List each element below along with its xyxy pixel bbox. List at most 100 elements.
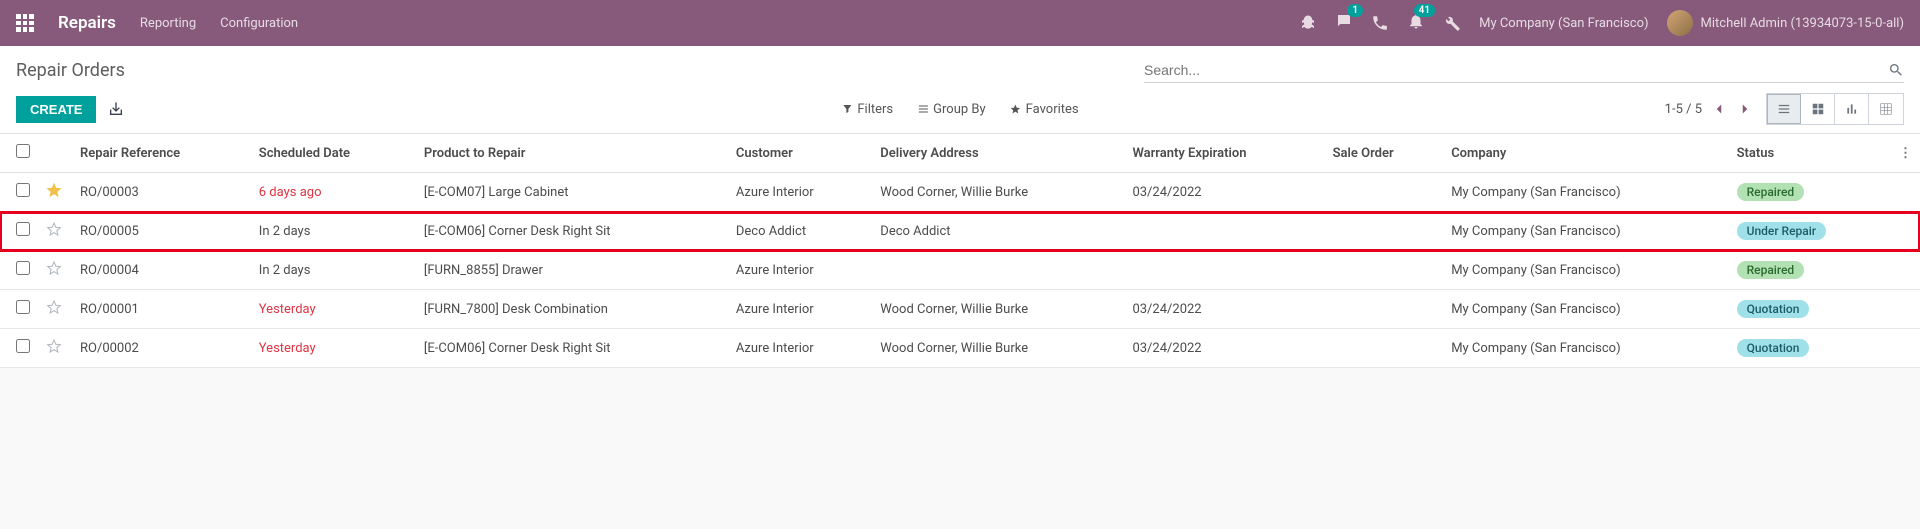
activities-icon[interactable]: 41	[1407, 12, 1425, 34]
view-list-icon[interactable]	[1767, 94, 1801, 124]
cell-warranty	[1124, 212, 1324, 251]
cell-company: My Company (San Francisco)	[1443, 173, 1728, 212]
topnav: Repairs Reporting Configuration 1 41 My …	[0, 0, 1920, 46]
cell-sale	[1325, 251, 1444, 290]
cell-product: [FURN_7800] Desk Combination	[416, 290, 728, 329]
table-row[interactable]: RO/00001 Yesterday [FURN_7800] Desk Comb…	[0, 290, 1920, 329]
favorites-button[interactable]: Favorites	[1010, 102, 1079, 117]
row-checkbox[interactable]	[16, 261, 30, 275]
col-sched[interactable]: Scheduled Date	[251, 134, 416, 173]
table-row[interactable]: RO/00004 In 2 days [FURN_8855] Drawer Az…	[0, 251, 1920, 290]
row-checkbox[interactable]	[16, 183, 30, 197]
col-delivery[interactable]: Delivery Address	[872, 134, 1124, 173]
star-icon[interactable]	[46, 221, 62, 237]
status-badge: Under Repair	[1737, 222, 1826, 240]
status-badge: Repaired	[1737, 261, 1805, 279]
view-kanban-icon[interactable]	[1801, 94, 1835, 124]
cell-sched: In 2 days	[251, 251, 416, 290]
download-icon[interactable]	[108, 101, 124, 117]
filters-button[interactable]: Filters	[841, 102, 893, 117]
cell-sale	[1325, 173, 1444, 212]
cell-sched: 6 days ago	[251, 173, 416, 212]
cell-sched: Yesterday	[251, 290, 416, 329]
cell-ref: RO/00002	[72, 329, 251, 368]
star-icon[interactable]	[46, 338, 62, 354]
cell-delivery: Wood Corner, Willie Burke	[872, 290, 1124, 329]
cell-sale	[1325, 290, 1444, 329]
status-badge: Repaired	[1737, 183, 1805, 201]
search-icon[interactable]	[1888, 62, 1904, 78]
cell-ref: RO/00001	[72, 290, 251, 329]
create-button[interactable]: CREATE	[16, 96, 96, 123]
cell-delivery: Deco Addict	[872, 212, 1124, 251]
cell-customer: Azure Interior	[728, 251, 872, 290]
column-options-icon[interactable]: ⋮	[1891, 134, 1920, 173]
messages-icon[interactable]: 1	[1335, 12, 1353, 34]
table-row[interactable]: RO/00005 In 2 days [E-COM06] Corner Desk…	[0, 212, 1920, 251]
user-name: Mitchell Admin (13934073-15-0-all)	[1701, 16, 1904, 31]
debug-icon[interactable]	[1299, 14, 1317, 32]
cell-sale	[1325, 212, 1444, 251]
nav-reporting[interactable]: Reporting	[140, 16, 196, 31]
cell-company: My Company (San Francisco)	[1443, 251, 1728, 290]
cell-customer: Azure Interior	[728, 173, 872, 212]
cell-customer: Deco Addict	[728, 212, 872, 251]
repair-orders-table: Repair Reference Scheduled Date Product …	[0, 134, 1920, 368]
col-company[interactable]: Company	[1443, 134, 1728, 173]
cell-warranty	[1124, 251, 1324, 290]
cell-warranty: 03/24/2022	[1124, 173, 1324, 212]
pager-prev-icon[interactable]	[1710, 100, 1728, 118]
phone-icon[interactable]	[1371, 14, 1389, 32]
cell-delivery	[872, 251, 1124, 290]
star-icon[interactable]	[46, 182, 62, 198]
cell-ref: RO/00004	[72, 251, 251, 290]
cell-warranty: 03/24/2022	[1124, 329, 1324, 368]
col-status[interactable]: Status	[1729, 134, 1891, 173]
user-menu[interactable]: Mitchell Admin (13934073-15-0-all)	[1667, 10, 1904, 36]
status-badge: Quotation	[1737, 339, 1810, 357]
select-all-checkbox[interactable]	[16, 144, 30, 158]
messages-count: 1	[1347, 4, 1363, 17]
controlbar: Repair Orders CREATE Filters Group By Fa…	[0, 46, 1920, 134]
col-sale[interactable]: Sale Order	[1325, 134, 1444, 173]
star-icon[interactable]	[46, 299, 62, 315]
table-row[interactable]: RO/00002 Yesterday [E-COM06] Corner Desk…	[0, 329, 1920, 368]
cell-ref: RO/00003	[72, 173, 251, 212]
page-title: Repair Orders	[16, 60, 125, 81]
searchbox	[1144, 58, 1904, 83]
cell-customer: Azure Interior	[728, 290, 872, 329]
cell-product: [FURN_8855] Drawer	[416, 251, 728, 290]
cell-ref: RO/00005	[72, 212, 251, 251]
cell-sched: In 2 days	[251, 212, 416, 251]
filters-label: Filters	[857, 102, 893, 117]
col-customer[interactable]: Customer	[728, 134, 872, 173]
nav-configuration[interactable]: Configuration	[220, 16, 298, 31]
cell-sale	[1325, 329, 1444, 368]
app-title[interactable]: Repairs	[58, 13, 116, 33]
col-warranty[interactable]: Warranty Expiration	[1124, 134, 1324, 173]
cell-product: [E-COM07] Large Cabinet	[416, 173, 728, 212]
row-checkbox[interactable]	[16, 300, 30, 314]
cell-customer: Azure Interior	[728, 329, 872, 368]
cell-sched: Yesterday	[251, 329, 416, 368]
groupby-button[interactable]: Group By	[917, 102, 986, 117]
col-product[interactable]: Product to Repair	[416, 134, 728, 173]
view-pivot-icon[interactable]	[1869, 94, 1903, 124]
table-row[interactable]: RO/00003 6 days ago [E-COM07] Large Cabi…	[0, 173, 1920, 212]
company-selector[interactable]: My Company (San Francisco)	[1479, 16, 1648, 31]
cell-product: [E-COM06] Corner Desk Right Sit	[416, 212, 728, 251]
pager-text[interactable]: 1-5 / 5	[1665, 102, 1702, 117]
cell-company: My Company (San Francisco)	[1443, 329, 1728, 368]
avatar	[1667, 10, 1693, 36]
apps-icon[interactable]	[16, 14, 34, 32]
col-ref[interactable]: Repair Reference	[72, 134, 251, 173]
tools-icon[interactable]	[1443, 14, 1461, 32]
star-icon[interactable]	[46, 260, 62, 276]
search-input[interactable]	[1144, 62, 1888, 78]
activities-count: 41	[1414, 4, 1435, 17]
row-checkbox[interactable]	[16, 222, 30, 236]
cell-company: My Company (San Francisco)	[1443, 290, 1728, 329]
pager-next-icon[interactable]	[1736, 100, 1754, 118]
row-checkbox[interactable]	[16, 339, 30, 353]
view-graph-icon[interactable]	[1835, 94, 1869, 124]
